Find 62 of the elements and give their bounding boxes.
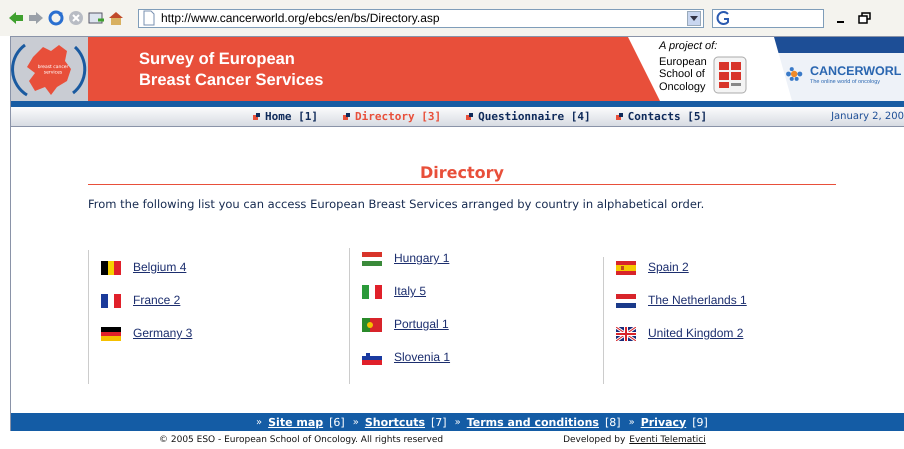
country-link[interactable]: Hungary 1 (394, 249, 450, 268)
flag-icon (616, 260, 636, 274)
home-icon[interactable] (108, 10, 124, 26)
separator-mark: » (256, 416, 262, 428)
flag-icon (362, 350, 382, 364)
country-link[interactable]: Slovenia 1 (394, 348, 450, 367)
intro-text: From the following list you can access European Breast Services arranged by country in alphabetical order. (88, 197, 706, 211)
flag-icon (362, 252, 382, 266)
separator-mark: » (628, 416, 635, 428)
date-label: January 2, 200 (831, 111, 904, 122)
school-name: European School of Oncology (659, 56, 707, 94)
flag-icon (362, 318, 382, 332)
bullet-icon (466, 113, 474, 120)
site-title: Breast Cancer Services (139, 70, 324, 91)
country-link[interactable]: Portugal 1 (394, 315, 449, 334)
footer-link[interactable]: Terms and conditions (466, 416, 599, 428)
window-icon[interactable] (88, 10, 104, 26)
back-icon[interactable] (8, 10, 24, 26)
nav-link[interactable]: Questionnaire [4] (466, 110, 591, 123)
project-label: A project of: (659, 40, 718, 52)
search-field[interactable] (712, 8, 824, 28)
flag-icon (362, 284, 382, 298)
separator-mark: » (454, 416, 461, 428)
bullet-icon (616, 113, 623, 120)
country-link[interactable]: Spain 2 (648, 258, 689, 277)
school-logo (712, 56, 747, 94)
access-key: [9] (692, 416, 708, 428)
flag-icon (101, 326, 121, 340)
refresh-icon[interactable] (48, 10, 64, 26)
footer-link[interactable]: Privacy (640, 416, 686, 428)
footer-link[interactable]: Site map (268, 416, 324, 428)
country-link[interactable]: Belgium 4 (133, 258, 186, 277)
bullet-icon (253, 113, 260, 120)
partner-name: CANCERWORL (810, 64, 902, 78)
country-link[interactable]: The Netherlands 1 (648, 291, 747, 310)
access-key: [6] (329, 416, 345, 428)
page-heading: Directory (88, 163, 836, 185)
bullet-icon (342, 113, 350, 120)
site-title: Survey of European (139, 49, 296, 70)
country-link[interactable]: Germany 3 (133, 324, 192, 343)
copyright-text: © 2005 ESO - European School of Oncology. All rights reserved (159, 435, 444, 445)
separator-mark: » (352, 416, 359, 428)
page-icon (141, 10, 157, 26)
access-key: [8] (604, 416, 621, 428)
search-engine-icon (716, 10, 732, 26)
nav-link[interactable]: Contacts [5] (616, 110, 708, 123)
restore-icon[interactable] (858, 11, 872, 25)
caret-icon (690, 16, 698, 20)
country-link[interactable]: United Kingdom 2 (648, 324, 744, 343)
flag-icon (616, 294, 636, 308)
credit-label: Developed by (563, 435, 626, 445)
developer-link[interactable]: Eventi Telematici (629, 435, 706, 445)
nav-link[interactable]: Home [1] (253, 110, 318, 123)
access-key: [7] (431, 416, 447, 428)
flag-icon (101, 260, 121, 274)
address-field[interactable]: http://www.cancerworld.org/ebcs/en/bs/Directory.asp (138, 8, 704, 28)
footer-link[interactable]: Shortcuts (364, 416, 425, 428)
dropdown-button[interactable] (687, 10, 701, 26)
country-link[interactable]: Italy 5 (394, 282, 426, 301)
flag-icon (616, 326, 636, 340)
country-link[interactable]: France 2 (133, 291, 180, 310)
flag-icon (101, 294, 121, 308)
